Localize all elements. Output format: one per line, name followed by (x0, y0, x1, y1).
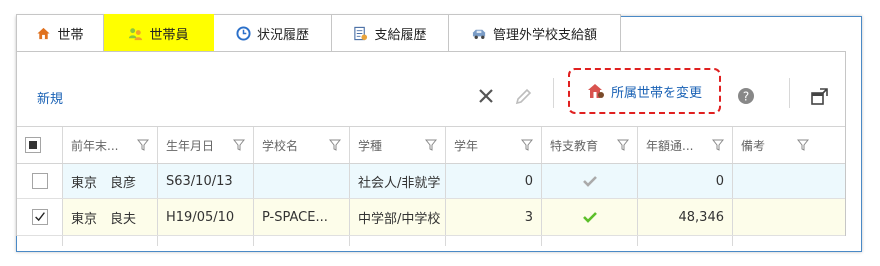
grid-cell (733, 236, 817, 246)
column-header[interactable]: 学種 (350, 127, 446, 163)
filter-icon[interactable] (617, 139, 629, 151)
filter-icon[interactable] (797, 139, 809, 151)
row-checkbox[interactable] (31, 209, 48, 225)
tab-status-history[interactable]: 状況履歴 (214, 14, 332, 52)
filter-icon[interactable] (137, 139, 149, 151)
change-household-button[interactable]: 所属世帯を変更 (568, 68, 721, 114)
clock-icon (236, 25, 251, 41)
help-icon[interactable]: ? (736, 86, 756, 106)
amount-cell: 48,346 (638, 199, 733, 235)
toolbar: 新規 所属世帯を変更 ? (17, 52, 845, 126)
filter-icon[interactable] (329, 139, 341, 151)
tab-payment-history[interactable]: 支給履歴 (332, 14, 449, 52)
name-cell: 東京 良彦 (63, 164, 158, 198)
tab-label: 世帯員 (149, 28, 189, 43)
tab-label: 支給履歴 (374, 27, 427, 43)
grid-cell (63, 236, 158, 246)
svg-text:?: ? (743, 90, 749, 104)
close-icon[interactable] (476, 86, 496, 106)
tab-label: 管理外学校支給額 (492, 27, 597, 43)
select-all-checkbox[interactable] (25, 137, 41, 153)
school-cell: P-SPACE... (254, 199, 350, 235)
name-cell: 東京 良夫 (63, 199, 158, 235)
checkmark-icon (34, 212, 45, 222)
edit-pencil-icon[interactable] (514, 86, 534, 106)
note-cell (733, 199, 817, 235)
birth-cell: H19/05/10 (158, 199, 254, 235)
grade-cell: 0 (446, 164, 542, 198)
special-ed-cell (542, 199, 638, 235)
filter-icon[interactable] (521, 139, 533, 151)
table-row-partial (17, 236, 845, 246)
row-checkbox[interactable] (31, 173, 48, 189)
column-header[interactable]: 備考 (733, 127, 817, 163)
members-panel: 新規 所属世帯を変更 ? 前年末... 生年月日 学校名 学種 学年 特支教育 … (16, 51, 846, 246)
grid-cell (254, 236, 350, 246)
birth-cell: S63/10/13 (158, 164, 254, 198)
grade-cell: 3 (446, 199, 542, 235)
people-icon (129, 28, 143, 41)
filter-icon[interactable] (425, 139, 437, 151)
house-icon (37, 27, 51, 39)
tab-label: 状況履歴 (256, 27, 309, 43)
special-ed-cell (542, 164, 638, 198)
school-type-cell: 社会人/非就学 (350, 164, 446, 198)
grid-cell (158, 236, 254, 246)
filter-icon[interactable] (233, 139, 245, 151)
toolbar-separator (553, 78, 554, 108)
row-select-cell (17, 199, 63, 235)
grid-cell (542, 236, 638, 246)
school-cell (254, 164, 350, 198)
note-cell (733, 164, 817, 198)
grid-cell (350, 236, 446, 246)
tab-household-members[interactable]: 世帯員 (104, 14, 214, 52)
column-header[interactable]: 生年月日 (158, 127, 254, 163)
popout-window-icon[interactable] (810, 86, 830, 106)
grid-cell (446, 236, 542, 246)
column-header[interactable]: 年額通... (638, 127, 733, 163)
row-select-cell (17, 164, 63, 198)
grid-header: 前年末... 生年月日 学校名 学種 学年 特支教育 年額通... 備考 (17, 126, 845, 164)
column-header[interactable]: 学校名 (254, 127, 350, 163)
change-household-label: 所属世帯を変更 (610, 85, 702, 101)
check-icon (582, 212, 597, 223)
new-button[interactable]: 新規 (37, 88, 63, 107)
ledger-icon (354, 26, 368, 40)
filter-icon[interactable] (712, 139, 724, 151)
vehicle-icon (472, 29, 486, 39)
check-icon (582, 176, 597, 187)
column-header[interactable]: 学年 (446, 127, 542, 163)
grid-cell (638, 236, 733, 246)
tab-bar: 世帯 世帯員 状況履歴 支給履歴 管理外学校支給額 (16, 14, 621, 52)
column-header[interactable]: 前年末... (63, 127, 158, 163)
amount-cell: 0 (638, 164, 733, 198)
table-row[interactable]: 東京 良彦 S63/10/13 社会人/非就学 0 0 (17, 164, 845, 199)
tab-label: 世帯 (57, 27, 84, 43)
tab-external-school-payment[interactable]: 管理外学校支給額 (449, 14, 621, 52)
house-change-icon (587, 84, 604, 98)
table-row[interactable]: 東京 良夫 H19/05/10 P-SPACE... 中学部/中学校 3 48,… (17, 199, 845, 236)
column-header[interactable]: 特支教育 (542, 127, 638, 163)
row-select-cell (17, 236, 63, 246)
tab-household[interactable]: 世帯 (16, 14, 104, 52)
toolbar-separator (789, 78, 790, 108)
school-type-cell: 中学部/中学校 (350, 199, 446, 235)
select-all-cell (17, 127, 63, 163)
